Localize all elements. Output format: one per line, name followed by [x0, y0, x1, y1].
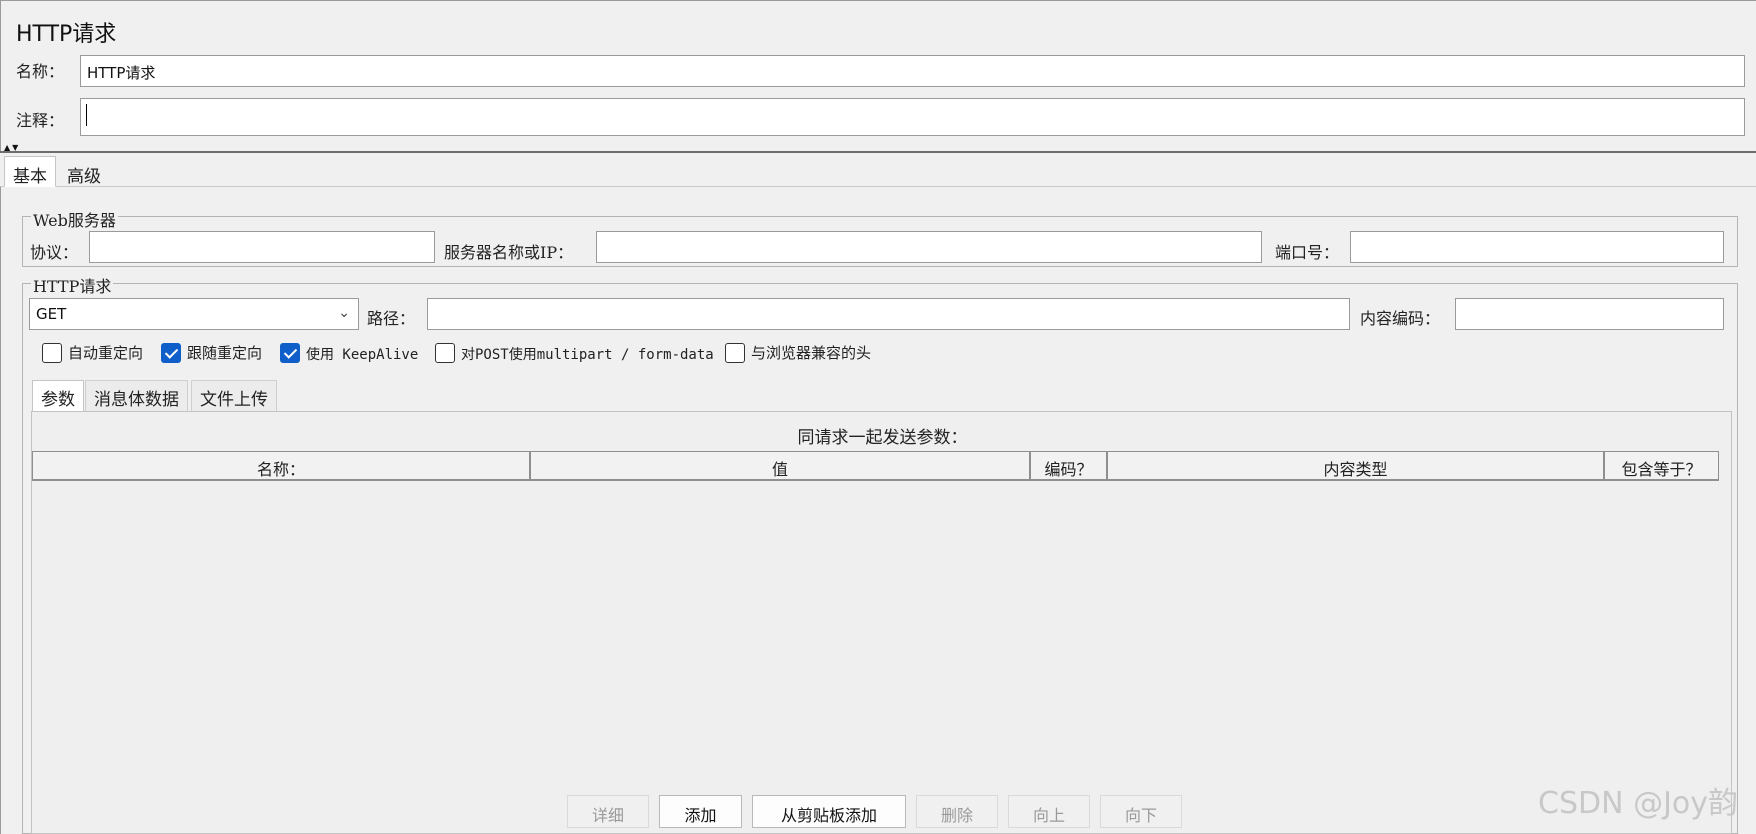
column-header-content-type[interactable]: 内容类型	[1107, 451, 1604, 481]
column-header-encode[interactable]: 编码？	[1030, 451, 1107, 481]
follow-redirect-checkbox[interactable]	[161, 343, 181, 363]
auto-redirect-checkbox[interactable]	[42, 343, 62, 363]
keepalive-checkbox[interactable]	[280, 343, 300, 363]
auto-redirect-label: 自动重定向	[68, 344, 144, 362]
watermark: CSDN @Joy韵	[1538, 786, 1739, 821]
path-label: 路径：	[367, 309, 416, 328]
path-field[interactable]	[427, 298, 1350, 330]
port-field[interactable]	[1350, 231, 1724, 263]
params-caption: 同请求一起发送参数：	[797, 428, 968, 448]
keepalive-label: 使用 KeepAlive	[306, 347, 419, 363]
tab-basic[interactable]: 基本	[4, 156, 56, 187]
comment-label: 注释：	[16, 111, 65, 130]
add-from-clipboard-button[interactable]: 从剪贴板添加	[752, 795, 906, 828]
method-value: GET	[36, 305, 67, 323]
chevron-down-icon: ⌄	[338, 305, 350, 321]
tab-params[interactable]: 参数	[32, 380, 84, 412]
add-button[interactable]: 添加	[659, 795, 742, 828]
detail-button[interactable]: 详细	[567, 795, 649, 828]
port-label: 端口号：	[1275, 243, 1340, 262]
web-server-legend: Web服务器	[31, 207, 118, 231]
http-request-legend: HTTP请求	[31, 273, 114, 297]
tab-file-upload[interactable]: 文件上传	[191, 380, 277, 412]
browser-headers-label: 与浏览器兼容的头	[751, 344, 872, 362]
tab-body-data[interactable]: 消息体数据	[85, 380, 188, 412]
move-down-button[interactable]: 向下	[1100, 795, 1182, 828]
page-title: HTTP请求	[16, 22, 117, 47]
delete-button[interactable]: 删除	[916, 795, 998, 828]
main-tabbar	[0, 153, 1756, 187]
method-select[interactable]: GET ⌄	[29, 298, 359, 330]
column-header-value[interactable]: 值	[530, 451, 1030, 481]
multipart-label: 对POST使用multipart / form-data	[461, 347, 714, 363]
browser-headers-checkbox[interactable]	[725, 343, 745, 363]
comment-field[interactable]	[80, 98, 1745, 136]
protocol-field[interactable]	[89, 231, 435, 263]
content-encoding-label: 内容编码：	[1360, 309, 1441, 328]
tab-advanced[interactable]: 高级	[58, 156, 110, 187]
protocol-label: 协议：	[30, 243, 79, 262]
server-label: 服务器名称或IP：	[444, 243, 574, 262]
name-label: 名称：	[16, 62, 65, 81]
column-header-include-equals[interactable]: 包含等于？	[1604, 451, 1719, 481]
multipart-checkbox[interactable]	[435, 343, 455, 363]
params-table-body[interactable]	[32, 482, 1719, 782]
content-encoding-field[interactable]	[1455, 298, 1724, 330]
follow-redirect-label: 跟随重定向	[187, 344, 263, 362]
move-up-button[interactable]: 向上	[1008, 795, 1090, 828]
column-header-name[interactable]: 名称：	[32, 451, 530, 481]
name-field[interactable]: HTTP请求	[80, 55, 1745, 87]
server-field[interactable]	[596, 231, 1262, 263]
